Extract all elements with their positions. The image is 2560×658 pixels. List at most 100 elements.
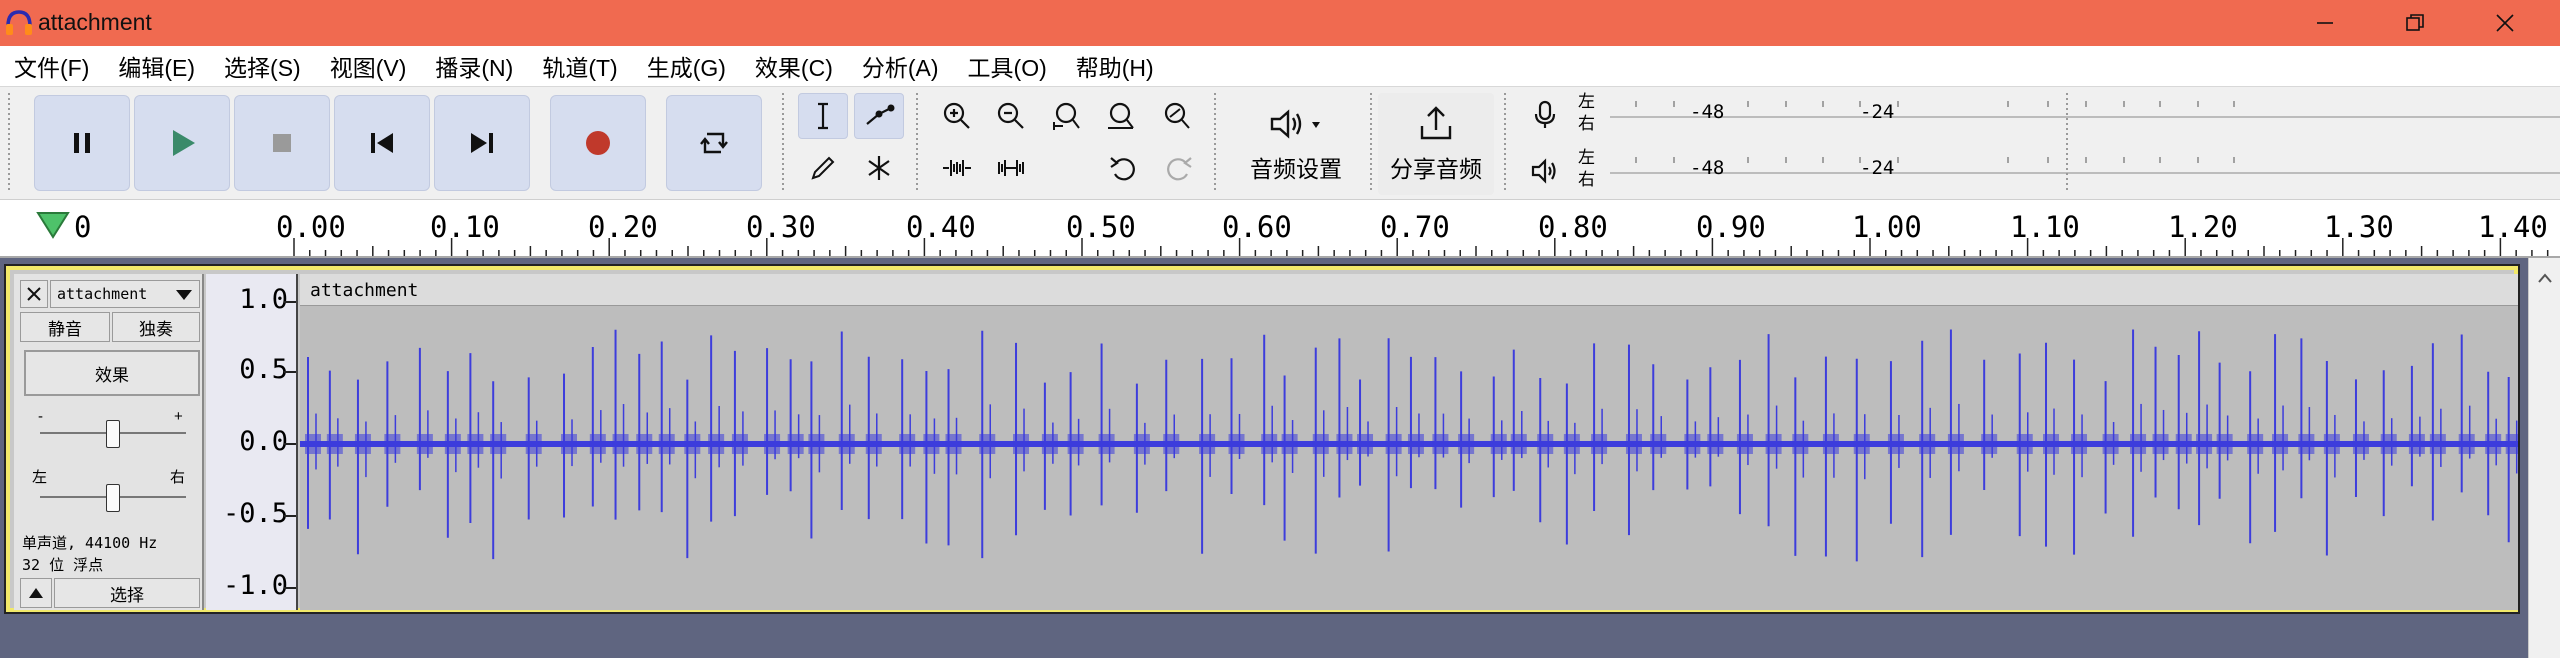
select-label: 选择 — [110, 585, 144, 605]
microphone-icon — [1534, 100, 1556, 128]
restore-button[interactable] — [2370, 0, 2460, 46]
toolbar-grip[interactable] — [782, 93, 788, 193]
waveform-burst — [2130, 434, 2147, 454]
track-panel: attachment 静音 独奏 效果 - + 左 右 单声道, 44100 H… — [0, 258, 2560, 658]
waveform-burst — [684, 434, 701, 454]
vertical-scrollbar[interactable] — [2528, 258, 2560, 658]
menu-select[interactable]: 选择(S) — [224, 49, 301, 83]
scale-label-neg0.5: -0.5 — [222, 498, 288, 529]
solo-button[interactable]: 独奏 — [112, 312, 200, 342]
waveform-burst — [467, 434, 484, 454]
waveform-burst — [1736, 434, 1753, 454]
menu-tracks[interactable]: 轨道(T) — [542, 49, 617, 83]
playback-meter-button[interactable] — [1520, 147, 1570, 195]
clip-header[interactable]: attachment — [300, 274, 2518, 306]
playback-meter-scale — [1610, 157, 2560, 174]
toolbar-grip[interactable] — [1214, 93, 1220, 193]
skip-to-end-button[interactable] — [434, 95, 530, 191]
menu-view[interactable]: 视图(V) — [330, 49, 407, 83]
playback-meter[interactable]: 左 右 -48 -24 — [1520, 145, 2560, 197]
loop-button[interactable] — [666, 95, 762, 191]
record-meter[interactable]: 左 右 -48 -24 — [1520, 89, 2560, 141]
timeline-ruler[interactable]: 0 0.00 0.10 0.20 0.30 0.40 0.50 0.60 0.70 0.80 0.9… — [0, 200, 2560, 258]
waveform-burst — [2043, 434, 2060, 454]
play-button[interactable] — [134, 95, 230, 191]
play-icon — [173, 130, 195, 156]
waveform-burst — [2196, 434, 2213, 454]
fit-project-button[interactable] — [1096, 93, 1146, 139]
silence-button[interactable] — [986, 145, 1036, 191]
draw-tool-button[interactable] — [798, 145, 848, 191]
waveform-clip[interactable]: attachment — [300, 274, 2518, 610]
trim-button[interactable] — [932, 145, 982, 191]
vertical-amplitude-scale[interactable]: 1.0 0.5 0.0 -0.5 -1.0 — [206, 274, 298, 610]
zoom-in-button[interactable] — [932, 93, 982, 139]
meter-right-label: 右 — [1578, 170, 1595, 189]
audio-track[interactable]: attachment 静音 独奏 效果 - + 左 右 单声道, 44100 H… — [4, 264, 2520, 614]
toolbar-grip[interactable] — [1504, 93, 1510, 193]
close-button[interactable] — [2460, 0, 2550, 46]
menu-edit[interactable]: 编辑(E) — [118, 49, 195, 83]
scroll-up-icon[interactable] — [2537, 272, 2553, 284]
pan-slider-handle[interactable] — [106, 484, 120, 512]
speaker-icon — [1270, 109, 1320, 139]
record-meter-button[interactable] — [1520, 91, 1570, 139]
share-audio-button[interactable]: 分享音频 — [1378, 93, 1494, 195]
menu-help[interactable]: 帮助(H) — [1076, 49, 1154, 83]
menu-file[interactable]: 文件(F) — [14, 49, 89, 83]
waveform-burst — [1792, 434, 1809, 454]
effects-button[interactable]: 效果 — [24, 350, 200, 396]
fit-project-icon — [1108, 102, 1134, 129]
undo-button[interactable] — [1098, 145, 1148, 191]
meter-channel-labels: 左 右 — [1578, 91, 1595, 135]
menu-transport[interactable]: 播录(N) — [435, 49, 513, 83]
silence-icon — [998, 160, 1024, 176]
toolbar-grip[interactable] — [2066, 93, 2072, 193]
multi-tool-button[interactable] — [854, 145, 904, 191]
mute-button[interactable]: 静音 — [20, 312, 110, 342]
waveform-burst — [1537, 434, 1554, 454]
playback-meter-tick-48: -48 — [1690, 157, 1725, 179]
select-track-button[interactable]: 选择 — [54, 578, 200, 608]
minimize-button[interactable] — [2280, 0, 2370, 46]
waveform-burst — [1853, 434, 1870, 454]
waveform-burst — [2247, 434, 2264, 454]
pan-right-label: 右 — [170, 469, 186, 486]
playback-meter-tick-24: -24 — [1860, 157, 1895, 179]
toolbar: 音频设置 分享音频 左 右 -48 -24 左 右 -48 -24 — [0, 86, 2560, 200]
gain-slider-handle[interactable] — [106, 420, 120, 448]
waveform-burst — [945, 434, 962, 454]
waveform-burst — [808, 434, 825, 454]
stop-button[interactable] — [234, 95, 330, 191]
track-name-menu[interactable]: attachment — [50, 280, 200, 308]
collapse-track-button[interactable] — [20, 578, 52, 608]
fit-selection-button[interactable] — [1042, 93, 1092, 139]
toolbar-grip[interactable] — [916, 93, 922, 193]
skip-to-start-button[interactable] — [334, 95, 430, 191]
record-button[interactable] — [550, 95, 646, 191]
solo-label: 独奏 — [139, 319, 173, 339]
menu-effect[interactable]: 效果(C) — [755, 49, 833, 83]
envelope-tool-button[interactable] — [854, 93, 904, 139]
zoom-out-button[interactable] — [986, 93, 1036, 139]
menu-tools[interactable]: 工具(O) — [968, 49, 1047, 83]
audio-setup-button[interactable]: 音频设置 — [1232, 93, 1360, 195]
toolbar-grip[interactable] — [8, 93, 14, 193]
redo-button[interactable] — [1154, 145, 1204, 191]
menu-generate[interactable]: 生成(G) — [647, 49, 726, 83]
pause-button[interactable] — [34, 95, 130, 191]
selection-tool-button[interactable] — [798, 93, 848, 139]
waveform-burst — [1490, 434, 1507, 454]
close-track-button[interactable] — [20, 280, 48, 308]
menu-analyze[interactable]: 分析(A) — [862, 49, 939, 83]
waveform — [300, 329, 2518, 562]
waveform-burst — [1312, 434, 1329, 454]
waveform-burst — [787, 434, 804, 454]
toolbar-grip[interactable] — [1370, 93, 1376, 193]
waveform-burst — [1133, 434, 1150, 454]
share-audio-label: 分享音频 — [1390, 156, 1482, 182]
clip-name: attachment — [310, 280, 419, 301]
gain-minus-label: - — [38, 408, 43, 425]
waveform-burst — [1098, 434, 1115, 454]
zoom-toggle-button[interactable] — [1152, 93, 1202, 139]
